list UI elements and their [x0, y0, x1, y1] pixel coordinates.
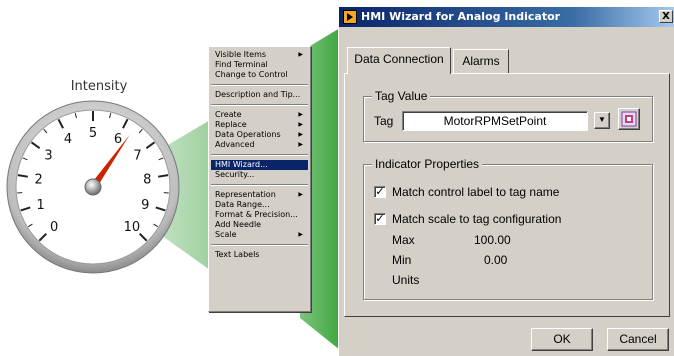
gauge-tick-label: 0: [50, 220, 58, 235]
tab-alarms[interactable]: Alarms: [453, 49, 509, 73]
menu-item-label: Find Terminal: [215, 60, 268, 69]
menu-item-visible-items[interactable]: Visible Items ▶: [211, 50, 308, 60]
submenu-arrow-icon: ▶: [298, 111, 303, 118]
dialog-titlebar: HMI Wizard for Analog Indicator X: [339, 7, 674, 27]
units-label: Units: [392, 273, 420, 287]
menu-item-label: Text Labels: [215, 250, 260, 259]
ok-button[interactable]: OK: [531, 328, 593, 351]
tab-data-connection[interactable]: Data Connection: [347, 47, 451, 74]
gauge-hub: [84, 178, 102, 196]
submenu-arrow-icon: ▶: [298, 141, 303, 148]
gauge-tick-label: 10: [124, 220, 141, 235]
gauge-tick-label: 1: [37, 198, 45, 213]
menu-separator: [211, 154, 308, 156]
menu-item-security[interactable]: Security...: [211, 170, 308, 180]
match-scale-text: Match scale to tag configuration: [392, 212, 562, 226]
tab-panel: Tag Value Tag MotorRPMSetPoint ▼ Indicat…: [344, 73, 670, 317]
menu-item-label: Security...: [215, 170, 255, 179]
submenu-arrow-icon: ▶: [298, 121, 303, 128]
menu-item-label: Create: [215, 110, 242, 119]
menu-item-label: Format & Precision...: [215, 210, 298, 219]
tag-value-legend: Tag Value: [372, 89, 431, 103]
menu-item-label: Data Operations: [215, 130, 281, 139]
menu-item-description-and-tip[interactable]: Description and Tip...: [211, 90, 308, 100]
indicator-properties-legend: Indicator Properties: [372, 157, 483, 171]
menu-item-change-to-control[interactable]: Change to Control: [211, 70, 308, 80]
menu-item-label: Add Needle: [215, 220, 262, 229]
menu-separator: [211, 184, 308, 186]
gauge-tick-label: 6: [114, 132, 122, 147]
dialog-title: HMI Wizard for Analog Indicator: [361, 10, 561, 23]
menu-item-data-operations[interactable]: Data Operations ▶: [211, 130, 308, 140]
menu-item-replace[interactable]: Replace ▶: [211, 120, 308, 130]
submenu-arrow-icon: ▶: [298, 191, 303, 198]
close-button[interactable]: X: [659, 10, 673, 23]
app-icon: [343, 10, 357, 24]
menu-item-label: Visible Items: [215, 50, 267, 59]
tag-browse-button[interactable]: [618, 108, 640, 130]
menu-item-format-precision[interactable]: Format & Precision...: [211, 210, 308, 220]
intensity-gauge[interactable]: 01 234 5 678 910: [0, 95, 200, 285]
menu-separator: [211, 104, 308, 106]
submenu-arrow-icon: ▶: [298, 51, 303, 58]
menu-separator: [211, 244, 308, 246]
tag-dropdown-button[interactable]: ▼: [594, 112, 610, 129]
tag-value-group: Tag Value Tag MotorRPMSetPoint ▼: [363, 89, 653, 142]
min-value: 0.00: [484, 253, 508, 267]
menu-item-label: Representation: [215, 190, 276, 199]
menu-item-representation[interactable]: Representation ▶: [211, 190, 308, 200]
tag-label: Tag: [374, 114, 394, 128]
menu-item-create[interactable]: Create ▶: [211, 110, 308, 120]
gauge-tick-label: 3: [44, 149, 52, 164]
menu-item-label: Description and Tip...: [215, 90, 301, 99]
menu-item-find-terminal[interactable]: Find Terminal: [211, 60, 308, 70]
menu-item-label: HMI Wizard...: [215, 160, 268, 169]
menu-item-label: Data Range...: [215, 200, 270, 209]
menu-separator: [211, 84, 308, 86]
menu-item-label: Change to Control: [215, 70, 288, 79]
menu-item-label: Advanced: [215, 140, 255, 149]
submenu-arrow-icon: ▶: [298, 131, 303, 138]
context-menu: Visible Items ▶ Find Terminal Change to Con…: [208, 46, 311, 312]
min-label: Min: [392, 253, 412, 267]
match-scale-checkbox[interactable]: ✓: [374, 213, 386, 225]
tag-input[interactable]: MotorRPMSetPoint: [402, 111, 588, 131]
gauge-tick-label: 8: [143, 172, 151, 187]
menu-item-label: Replace: [215, 120, 247, 129]
menu-item-add-needle[interactable]: Add Needle: [211, 220, 308, 230]
tag-browse-icon: [621, 111, 637, 127]
menu-item-advanced[interactable]: Advanced ▶: [211, 140, 308, 150]
menu-item-label: Scale: [215, 230, 237, 239]
gauge-tick-label: 4: [64, 132, 72, 147]
submenu-arrow-icon: ▶: [298, 231, 303, 238]
match-label-text: Match control label to tag name: [392, 185, 560, 199]
indicator-properties-group: Indicator Properties ✓ Match control lab…: [363, 157, 653, 300]
menu-item-scale[interactable]: Scale ▶: [211, 230, 308, 240]
menu-item-data-range[interactable]: Data Range...: [211, 200, 308, 210]
menu-item-text-labels[interactable]: Text Labels: [211, 250, 308, 260]
cancel-button[interactable]: Cancel: [607, 328, 669, 351]
gauge-tick-label: 2: [35, 172, 43, 187]
gauge-tick-label: 7: [133, 149, 141, 164]
gauge-title: Intensity: [70, 79, 128, 94]
gauge-tick-label: 5: [89, 126, 97, 141]
max-value: 100.00: [474, 233, 511, 247]
gauge-tick-label: 9: [141, 198, 149, 213]
match-label-checkbox[interactable]: ✓: [374, 186, 386, 198]
max-label: Max: [392, 233, 415, 247]
hmi-wizard-dialog: HMI Wizard for Analog Indicator X Data C…: [338, 6, 674, 356]
menu-item-hmi-wizard[interactable]: HMI Wizard...: [211, 160, 308, 170]
